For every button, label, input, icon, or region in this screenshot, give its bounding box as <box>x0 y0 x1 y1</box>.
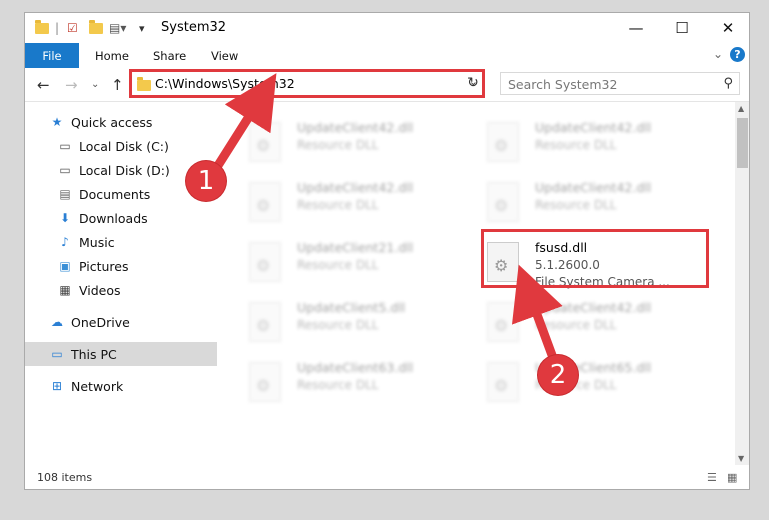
arrow-to-file <box>511 264 563 371</box>
callout-badge-2: 2 <box>538 355 578 395</box>
arrow-to-address-bar <box>207 73 277 180</box>
callout-arrows <box>207 73 563 371</box>
callout-badge-1: 1 <box>186 161 226 201</box>
